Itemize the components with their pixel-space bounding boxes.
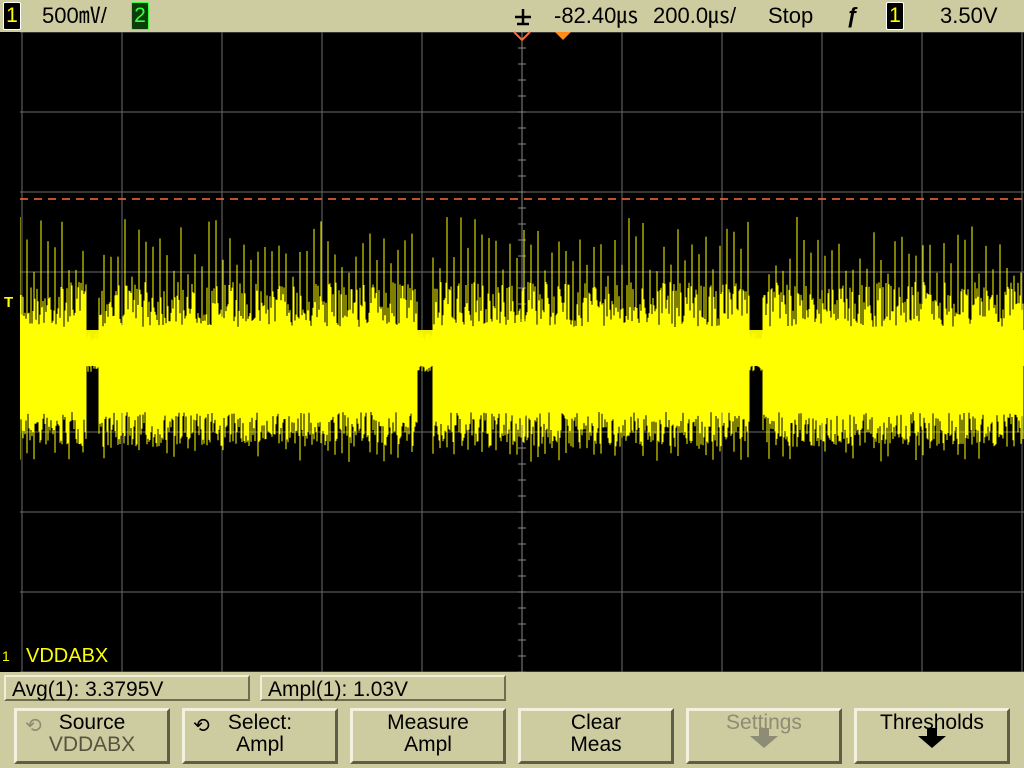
clear-softkey-label: Clear	[570, 711, 622, 734]
waveform-area	[20, 32, 1024, 672]
measure-softkey-value: Ampl	[404, 733, 452, 756]
trigger-level[interactable]: 3.50V	[940, 2, 998, 30]
measure-softkey-label: Measure	[387, 711, 469, 734]
clear-meas-softkey[interactable]: Clear Meas	[518, 708, 674, 764]
channel-1-scale[interactable]: 500㎷/	[42, 2, 107, 30]
source-softkey-value: VDDABX	[48, 733, 136, 756]
measurement-ampl: Ampl(1): 1.03V	[260, 675, 506, 701]
trigger-source-badge[interactable]: 1	[886, 2, 904, 30]
time-scale[interactable]: 200.0㎲/	[653, 2, 736, 30]
delay-marker-icon	[513, 31, 571, 42]
trigger-slope-icon: ƒ	[846, 3, 859, 28]
knob-rotate-icon: ⟲	[25, 715, 42, 737]
channel-1-label: VDDABX	[26, 645, 109, 667]
thresholds-softkey[interactable]: Thresholds	[854, 708, 1010, 764]
time-delay[interactable]: -82.40㎲	[554, 2, 638, 30]
arrow-down-icon	[918, 728, 946, 748]
measurement-avg: Avg(1): 3.3795V	[4, 675, 250, 701]
trigger-level-marker: T	[4, 294, 14, 311]
graticule	[20, 32, 1024, 672]
source-softkey[interactable]: ⟲ Source VDDABX	[14, 708, 170, 764]
knob-rotate-icon: ⟲	[193, 715, 210, 737]
clear-softkey-value: Meas	[570, 733, 622, 756]
oscilloscope-display: 1 500㎷/ 2 -82.40㎲ 200.0㎲/ Stop ƒ 1 3.50V…	[0, 0, 1024, 768]
channel-1-badge[interactable]: 1	[3, 2, 21, 30]
arrow-down-icon	[750, 728, 778, 748]
channel-1-ground-marker: 1	[2, 648, 10, 664]
select-softkey[interactable]: ⟲ Select: Ampl	[182, 708, 338, 764]
select-softkey-value: Ampl	[236, 733, 284, 756]
channel-2-badge[interactable]: 2	[131, 2, 149, 30]
trace-core-band	[20, 330, 1024, 366]
settings-softkey[interactable]: Settings	[686, 708, 842, 764]
status-bar: 1 500㎷/ 2 -82.40㎲ 200.0㎲/ Stop ƒ 1 3.50V	[0, 0, 1024, 32]
measure-softkey[interactable]: Measure Ampl	[350, 708, 506, 764]
run-state[interactable]: Stop	[768, 2, 813, 30]
